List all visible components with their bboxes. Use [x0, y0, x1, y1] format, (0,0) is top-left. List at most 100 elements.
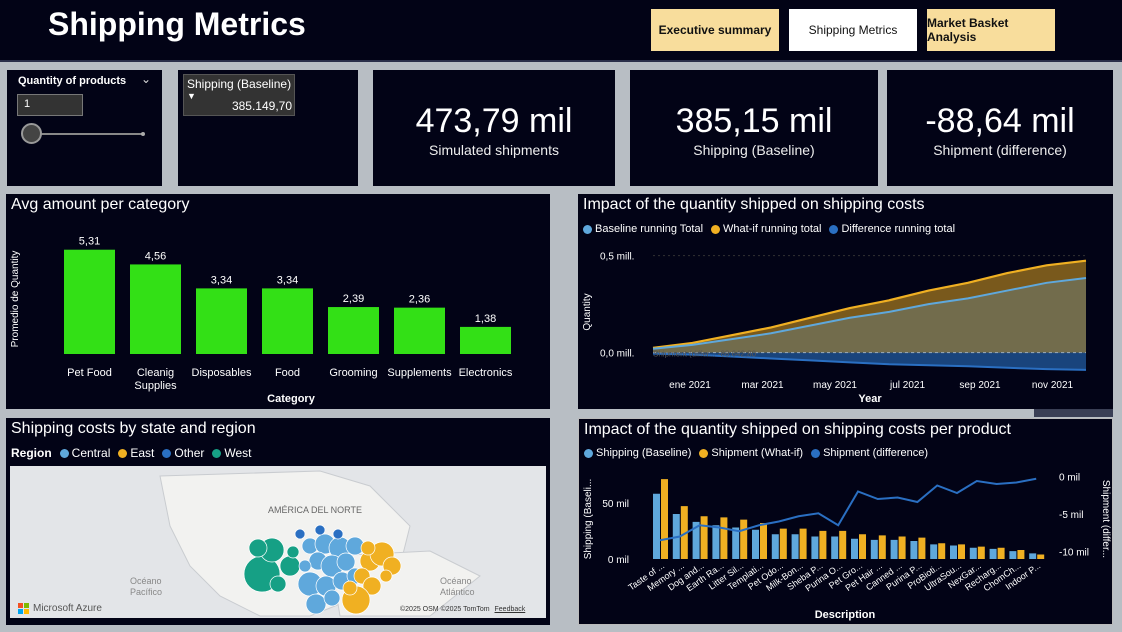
legend-label: Central — [71, 446, 111, 460]
x-tick-label: may 2021 — [813, 380, 857, 391]
feedback-link[interactable]: Feedback — [495, 606, 526, 613]
y-right-tick-label: 0 mil — [1059, 473, 1080, 484]
category-bar — [328, 307, 379, 354]
kpi-value: 385,15 mil — [675, 102, 833, 140]
chart-title: Shipping costs by state and region — [11, 420, 256, 437]
kpi-value: 473,79 mil — [415, 102, 573, 140]
chevron-down-icon[interactable]: ⌄ — [141, 72, 151, 86]
whatif-bar — [859, 534, 866, 559]
kpi-shipping-baseline: 385,15 mil Shipping (Baseline) — [630, 70, 878, 186]
category-tick-label: Food — [275, 367, 300, 379]
category-bar — [394, 307, 445, 354]
category-tick-label: Electronics — [459, 367, 513, 379]
baseline-box: Shipping (Baseline) ▼ 385.149,70 — [183, 74, 295, 116]
y-right-axis-title: Shipment (differ... — [1100, 480, 1111, 558]
legend-item[interactable]: West — [212, 446, 252, 460]
legend-dot — [212, 448, 222, 458]
bar-value-label: 4,56 — [145, 250, 166, 262]
legend-label: West — [224, 446, 252, 460]
legend-item[interactable]: Central — [59, 446, 111, 460]
bar-value-label: 1,38 — [475, 313, 496, 325]
baseline-bar — [653, 493, 660, 559]
x-axis-title: Year — [858, 393, 882, 405]
baseline-bar — [950, 545, 957, 559]
x-tick-label: sep 2021 — [959, 380, 1001, 391]
region-bubble — [269, 575, 287, 593]
quantity-slicer: Quantity of products ⌄ 1 — [7, 70, 162, 186]
category-tick-label: Disposables — [192, 367, 252, 379]
x-tick-label: mar 2021 — [741, 380, 784, 391]
nav-executive-summary-button[interactable]: Executive summary — [651, 9, 779, 51]
continent-label: AMÉRICA DEL NORTE — [268, 505, 362, 515]
region-bubble — [294, 528, 306, 540]
whatif-bar — [918, 537, 926, 559]
legend-item[interactable]: Other — [162, 446, 204, 460]
y-left-axis-title: Shipping (Baseli... — [583, 479, 594, 560]
visual-header-toolbar[interactable] — [1034, 409, 1113, 417]
page-title: Shipping Metrics — [48, 6, 306, 42]
baseline-bar — [870, 539, 878, 559]
whatif-bar — [720, 517, 728, 559]
quantity-slider-handle[interactable] — [21, 123, 42, 144]
baseline-bar — [969, 547, 977, 559]
kpi-label: Simulated shipments — [429, 142, 559, 158]
kpi-simulated-shipments: 473,79 mil Simulated shipments — [373, 70, 615, 186]
category-bar — [196, 288, 247, 354]
whatif-bar — [938, 543, 946, 559]
kpi-value: -88,64 mil — [925, 102, 1075, 140]
bar-value-label: 3,34 — [277, 274, 298, 286]
nav-shipping-metrics-button[interactable]: Shipping Metrics — [789, 9, 917, 51]
baseline-bar — [791, 534, 799, 559]
annotation-label: Shipment (differ... -88.642,80 — [653, 350, 757, 359]
category-tick-label: Cleanig — [137, 367, 174, 379]
pacific-label-line1: Océano — [130, 576, 162, 586]
x-tick-label: nov 2021 — [1032, 380, 1074, 391]
baseline-bar — [752, 529, 759, 559]
baseline-bar — [1029, 553, 1037, 559]
whatif-bar — [661, 479, 668, 559]
whatif-bar — [958, 544, 965, 559]
map-canvas[interactable]: AMÉRICA DEL NORTE Océano Pacífico Océano… — [10, 466, 546, 618]
region-bubble — [305, 593, 327, 615]
kpi-label: Shipment (difference) — [933, 142, 1067, 158]
category-tick-label: Supplies — [134, 380, 177, 392]
legend-title: Region — [11, 446, 52, 460]
atlantic-label-line1: Océano — [440, 576, 472, 586]
azure-logo: Microsoft Azure — [18, 603, 102, 614]
baseline-bar — [890, 539, 898, 559]
x-axis-title: Description — [815, 609, 876, 621]
azure-brand-label: Microsoft Azure — [33, 603, 102, 614]
legend-dot — [59, 448, 69, 458]
region-bubble — [279, 555, 301, 577]
baseline-bar — [989, 548, 997, 559]
x-tick-label: ene 2021 — [669, 380, 711, 391]
legend-item[interactable]: East — [118, 446, 154, 460]
legend-dot — [118, 448, 128, 458]
caret-down-icon: ▼ — [187, 91, 196, 101]
whatif-bar — [997, 547, 1005, 559]
region-bubble — [342, 580, 358, 596]
baseline-card: Shipping (Baseline) ▼ 385.149,70 — [178, 70, 358, 186]
y-axis-title: Promedio de Quantity — [10, 251, 21, 348]
microsoft-logo-icon — [18, 603, 29, 614]
nav-market-basket-button[interactable]: Market Basket Analysis — [927, 9, 1055, 51]
quantity-input[interactable]: 1 — [17, 94, 83, 116]
whatif-bar — [799, 528, 807, 559]
map-copyright: ©2025 OSM ©2025 TomTom Feedback — [400, 606, 525, 613]
legend-label: East — [130, 446, 155, 460]
baseline-bar — [712, 525, 720, 559]
per-product-chart: Impact of the quantity shipped on shippi… — [578, 418, 1113, 625]
region-bubble — [360, 540, 376, 556]
region-bubble — [286, 545, 300, 559]
quantity-slider-track — [31, 133, 143, 135]
whatif-bar — [740, 519, 748, 559]
atlantic-label-line2: Atlántico — [440, 587, 475, 597]
impact-area-chart: Impact of the quantity shipped on shippi… — [578, 194, 1113, 409]
per-product-svg: 50 mil0 mil0 mil-5 mil-10 milTaste of ..… — [583, 473, 1111, 622]
whatif-bar — [760, 523, 767, 559]
bar-value-label: 3,34 — [211, 274, 232, 286]
baseline-value: 385.149,70 — [231, 99, 292, 113]
baseline-bar — [910, 541, 918, 559]
region-bubble — [248, 538, 268, 558]
map-legend: Region Central East Other West — [11, 446, 252, 460]
